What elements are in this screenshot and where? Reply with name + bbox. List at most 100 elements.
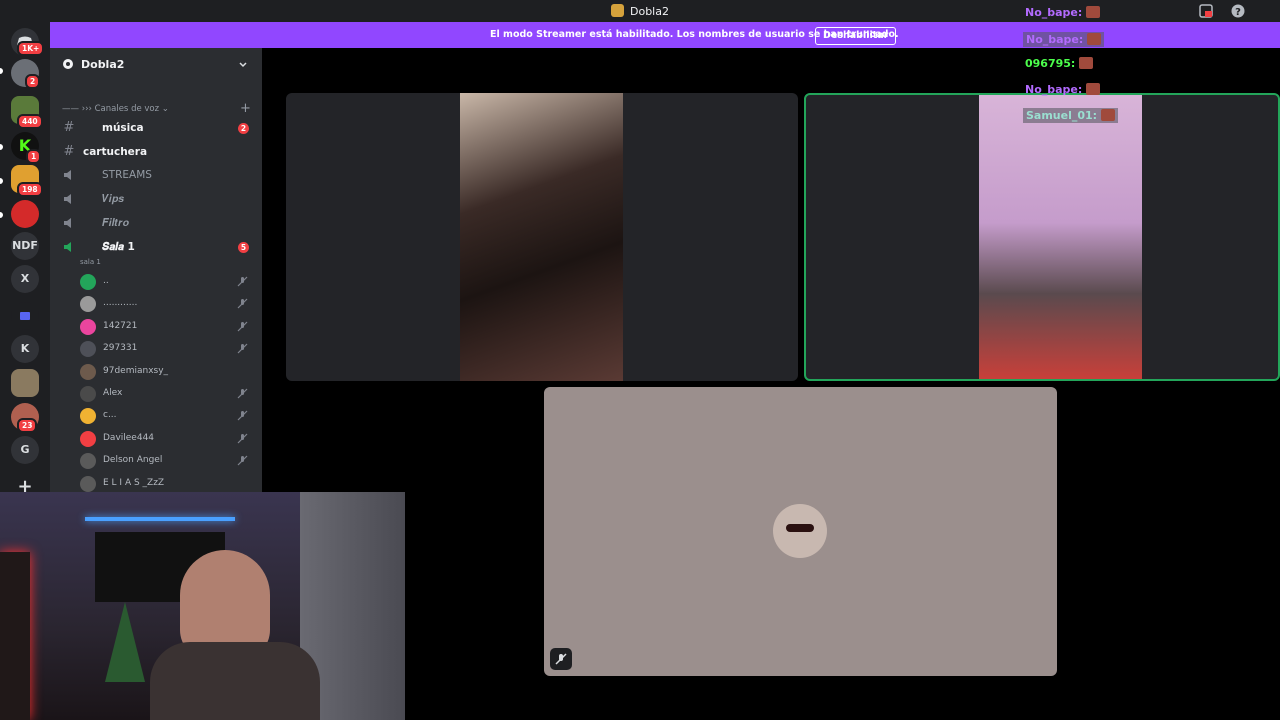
voice-user[interactable]: c... <box>80 406 258 426</box>
mention-badge: 5 <box>238 242 249 253</box>
avatar <box>80 453 96 470</box>
svg-text:?: ? <box>1235 7 1241 18</box>
emote-icon <box>1079 57 1094 69</box>
channel-vips[interactable]: 𝑽𝒊𝒑𝒔 <box>58 190 254 210</box>
video-feed <box>460 93 623 381</box>
add-channel-icon[interactable]: + <box>240 101 251 116</box>
avatar <box>80 386 96 402</box>
chat-username: No_bape: <box>1026 32 1084 46</box>
channel-label: 𝑽𝒊𝒑𝒔 <box>102 193 124 205</box>
voice-user[interactable]: ............ <box>80 294 258 314</box>
streamer-webcam <box>0 492 405 720</box>
server-ndf[interactable]: NDF <box>11 232 39 260</box>
channel-sala-1[interactable]: 𝑺𝒂𝒍𝒂 1 5 <box>58 238 254 258</box>
chat-message: No_bape: <box>1025 6 1101 19</box>
channel-streams[interactable]: STREAMS <box>58 166 254 186</box>
streamer-shirt <box>150 642 320 720</box>
unread-badge: 1K+ <box>17 41 45 56</box>
chat-username: No_bape: <box>1025 6 1083 19</box>
channel-label: 𝑺𝒂𝒍𝒂 1 <box>102 241 135 253</box>
muted-mic-icon <box>237 321 248 332</box>
hashtag-icon: # <box>63 120 75 135</box>
disable-streamer-mode-button[interactable]: Deshabilitar <box>815 27 897 45</box>
channel-cartuchera[interactable]: # cartuchera <box>58 143 254 163</box>
mention-badge: 2 <box>238 123 249 134</box>
muted-mic-icon <box>237 433 248 444</box>
chat-message: No_bape: <box>1025 82 1101 96</box>
server-avatar[interactable] <box>11 369 39 397</box>
avatar <box>80 363 96 380</box>
unread-pill <box>0 144 3 150</box>
voice-user-name: Delson Angel <box>103 455 163 466</box>
help-icon[interactable]: ? <box>1231 4 1245 18</box>
speaker-icon <box>64 170 71 180</box>
server-x[interactable]: X <box>11 265 39 293</box>
voice-user[interactable]: 97demianxsy_ <box>80 362 258 382</box>
video-tile[interactable] <box>286 93 798 381</box>
emote-icon <box>1087 32 1102 45</box>
avatar <box>80 475 96 492</box>
voice-user[interactable]: Delson Angel <box>80 451 258 471</box>
voice-user[interactable]: Alex <box>80 384 258 404</box>
voice-user[interactable]: 142721 <box>80 317 258 337</box>
led-strip <box>85 517 235 521</box>
hashtag-icon: # <box>63 144 75 159</box>
voice-user-name: Davilee444 <box>103 432 155 443</box>
video-feed <box>979 95 1142 379</box>
unread-pill <box>0 178 3 184</box>
channel-status: sala 1 <box>80 258 101 266</box>
server-name: Dobla2 <box>81 58 125 71</box>
chat-message: 096795: <box>1025 57 1094 70</box>
voice-user-name: E L I A S _ZzZ <box>103 477 165 488</box>
speaker-active-icon <box>64 242 71 252</box>
video-tile-speaking[interactable] <box>804 93 1280 381</box>
unread-badge: 440 <box>17 114 43 129</box>
emote-icon <box>1086 6 1101 18</box>
channel-filtro[interactable]: 𝑭𝒊𝒍𝒕𝒓𝒐 <box>58 214 254 234</box>
emote-icon <box>1101 109 1116 121</box>
server-header[interactable]: Dobla2 <box>50 48 262 82</box>
avatar <box>80 408 96 425</box>
avatar <box>80 274 96 290</box>
muted-mic-icon <box>237 343 248 354</box>
muted-mic-icon <box>237 455 248 466</box>
channel-label: 𝑭𝒊𝒍𝒕𝒓𝒐 <box>102 217 130 229</box>
server-g[interactable]: G <box>11 436 39 464</box>
voice-user-name: 297331 <box>103 343 138 354</box>
voice-user-name: Alex <box>103 388 123 398</box>
server-avatar[interactable] <box>11 200 39 228</box>
voice-user-name: ............ <box>103 298 138 309</box>
voice-user[interactable]: 297331 <box>80 339 258 359</box>
avatar <box>80 296 96 313</box>
muted-mic-icon <box>550 648 572 670</box>
audio-tile[interactable] <box>544 387 1057 676</box>
voice-user-name: c... <box>103 410 117 421</box>
server-k[interactable]: K <box>11 335 39 363</box>
folder-icon[interactable] <box>11 302 39 330</box>
voice-user[interactable]: E L I A S _ZzZ <box>80 474 258 494</box>
voice-user[interactable]: .. <box>80 272 258 292</box>
chat-username: 096795: <box>1025 57 1076 70</box>
emote-icon <box>1086 82 1101 95</box>
monitor <box>0 552 30 720</box>
voice-user-name: 142721 <box>103 320 138 331</box>
muted-mic-icon <box>237 410 248 421</box>
channel-label: STREAMS <box>102 169 152 181</box>
unread-pill <box>0 212 3 218</box>
chevron-down-icon[interactable] <box>238 60 248 70</box>
avatar <box>80 341 96 358</box>
muted-mic-icon <box>237 388 248 399</box>
voice-user[interactable]: Davilee444 <box>80 429 258 449</box>
channel-musica[interactable]: # música 2 <box>58 119 254 139</box>
chat-message: Samuel_01: <box>1023 108 1119 123</box>
user-avatar <box>773 504 827 558</box>
unread-badge: 2 <box>25 74 41 89</box>
chat-username: No_bape: <box>1025 82 1083 96</box>
muted-mic-icon <box>237 276 248 287</box>
unread-pill <box>0 68 3 74</box>
unread-badge: 23 <box>17 418 38 433</box>
inbox-icon[interactable] <box>1199 4 1213 18</box>
category-voice-channels[interactable]: —— ››› Canales de voz ⌄ <box>62 104 169 114</box>
gear-icon <box>63 59 73 69</box>
unread-badge: 198 <box>17 182 43 197</box>
